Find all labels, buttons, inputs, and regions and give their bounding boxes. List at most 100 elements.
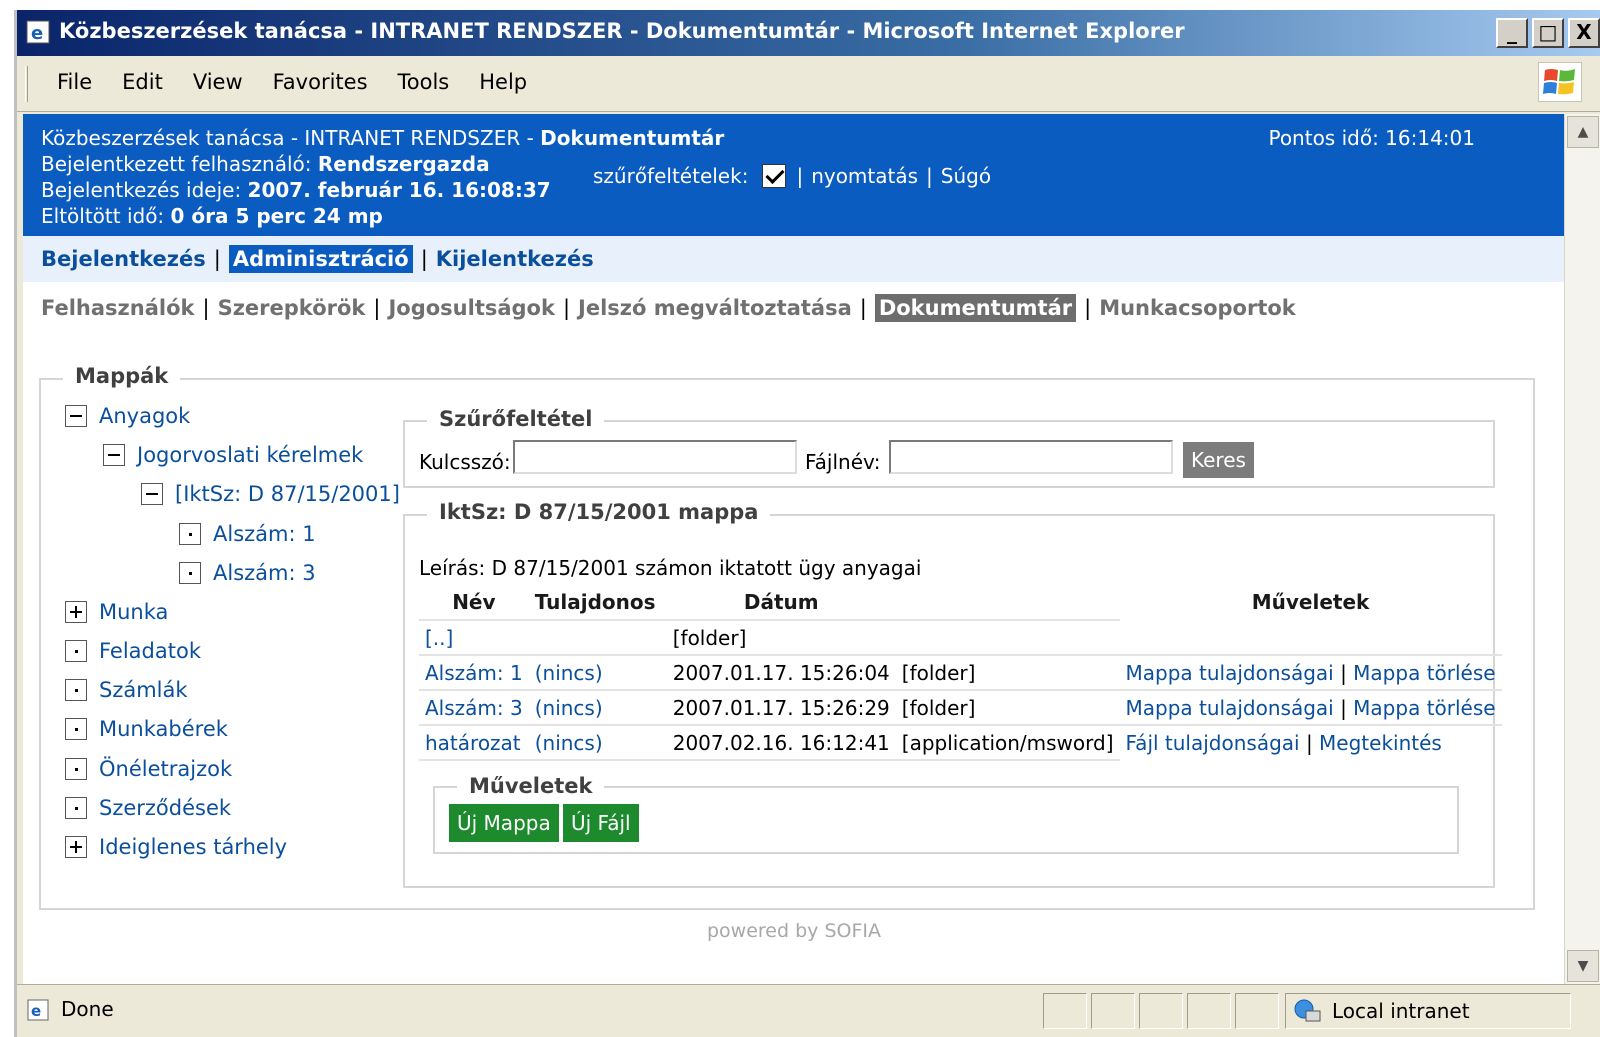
logged-user-line: Bejelentkezett felhasználó: Rendszergazd… <box>41 152 490 176</box>
tree-node-alszam-1[interactable]: Alszám: 1 <box>179 522 316 546</box>
menu-file[interactable]: File <box>57 70 92 94</box>
tree-node-oneletrajzok[interactable]: Önéletrajzok <box>65 757 232 781</box>
tree-node-munka[interactable]: Munka <box>65 600 168 624</box>
title-bar[interactable]: e Közbeszerzések tanácsa - INTRANET REND… <box>17 10 1600 56</box>
folder-delete-link[interactable]: Mappa törlése <box>1353 661 1495 685</box>
nav-logout[interactable]: Kijelentkezés <box>436 247 594 271</box>
expand-icon[interactable] <box>65 836 87 858</box>
row-date: 2007.01.17. 15:26:04 <box>666 655 896 691</box>
menu-favorites[interactable]: Favorites <box>273 70 368 94</box>
primary-nav: Bejelentkezés | Adminisztráció | Kijelen… <box>23 236 1565 282</box>
col-type <box>895 584 1120 621</box>
status-text: Done <box>61 997 114 1021</box>
row-owner-link[interactable]: (nincs) <box>535 731 603 755</box>
menu-view[interactable]: View <box>193 70 243 94</box>
browser-window: e Közbeszerzések tanácsa - INTRANET REND… <box>14 10 1600 1037</box>
new-folder-button[interactable]: Új Mappa <box>449 804 559 842</box>
row-name-link[interactable]: Alszám: 1 <box>425 661 523 685</box>
row-date: 2007.01.17. 15:26:29 <box>666 690 896 726</box>
scroll-up-icon[interactable]: ▲ <box>1567 116 1599 148</box>
zone-label: Local intranet <box>1332 999 1470 1023</box>
maximize-button[interactable]: □ <box>1532 18 1564 48</box>
tree-node-feladatok[interactable]: Feladatok <box>65 639 201 663</box>
menu-help[interactable]: Help <box>479 70 527 94</box>
keyword-label: Kulcsszó: <box>419 450 511 474</box>
windows-logo-icon <box>1538 62 1582 102</box>
row-owner-link[interactable]: (nincs) <box>535 696 603 720</box>
nav-login[interactable]: Bejelentkezés <box>41 247 206 271</box>
col-operations: Műveletek <box>1251 590 1370 614</box>
header-tools: szűrőfeltételek: | nyomtatás | Súgó <box>593 164 992 188</box>
collapse-icon[interactable] <box>141 483 163 505</box>
row-name-link[interactable]: Alszám: 3 <box>425 696 523 720</box>
svg-text:e: e <box>31 1002 41 1020</box>
vertical-scrollbar[interactable]: ▲ ▼ <box>1564 114 1600 984</box>
filter-checkbox[interactable] <box>762 164 787 188</box>
menu-tools[interactable]: Tools <box>398 70 450 94</box>
view-file-link[interactable]: Megtekintés <box>1319 731 1442 755</box>
file-properties-link[interactable]: Fájl tulajdonságai <box>1126 731 1300 755</box>
leaf-icon <box>65 718 87 740</box>
status-pane <box>1187 993 1231 1029</box>
tree-node-iktsz[interactable]: [IktSz: D 87/15/2001] <box>141 482 400 506</box>
tree-node-szamlak[interactable]: Számlák <box>65 678 188 702</box>
new-file-button[interactable]: Új Fájl <box>563 804 639 842</box>
status-pane <box>1091 993 1135 1029</box>
leaf-icon <box>65 640 87 662</box>
logged-user: Rendszergazda <box>317 152 490 176</box>
tree-node-ideiglenes[interactable]: Ideiglenes tárhely <box>65 835 287 859</box>
help-link[interactable]: Súgó <box>941 164 991 188</box>
tree-node-anyagok[interactable]: Anyagok <box>65 404 190 428</box>
close-button[interactable]: X <box>1568 18 1600 48</box>
nav-permissions[interactable]: Jogosultságok <box>388 296 554 320</box>
leaf-icon <box>65 679 87 701</box>
row-type: [folder] <box>895 690 1120 726</box>
collapse-icon[interactable] <box>103 444 125 466</box>
row-date: 2007.02.16. 16:12:41 <box>666 725 896 761</box>
tree-node-jogorvoslati[interactable]: Jogorvoslati kérelmek <box>103 443 363 467</box>
tree-node-szerzodesek[interactable]: Szerződések <box>65 796 231 820</box>
status-bar: e Done Local intranet <box>17 984 1600 1037</box>
row-owner-link[interactable]: (nincs) <box>535 661 603 685</box>
tree-node-alszam-3[interactable]: Alszám: 3 <box>179 561 316 585</box>
folder-properties-link[interactable]: Mappa tulajdonságai <box>1126 661 1334 685</box>
ie-icon: e <box>26 20 50 44</box>
elapsed-time-line: Eltöltött idő: 0 óra 5 perc 24 mp <box>41 204 383 228</box>
nav-administration[interactable]: Adminisztráció <box>228 245 413 273</box>
folder-properties-link[interactable]: Mappa tulajdonságai <box>1126 696 1334 720</box>
leaf-icon <box>65 758 87 780</box>
table-row: határozat (nincs) 2007.02.16. 16:12:41 [… <box>419 725 1502 761</box>
col-name: Név <box>419 584 529 621</box>
elapsed-time: 0 óra 5 perc 24 mp <box>170 204 383 228</box>
nav-workgroups[interactable]: Munkacsoportok <box>1099 296 1296 320</box>
tree-node-munkaberek[interactable]: Munkabérek <box>65 717 228 741</box>
nav-users[interactable]: Felhasználók <box>41 296 195 320</box>
expand-icon[interactable] <box>65 601 87 623</box>
menu-edit[interactable]: Edit <box>122 70 163 94</box>
filename-input[interactable] <box>889 440 1173 474</box>
row-type: [folder] <box>895 655 1120 691</box>
status-pane <box>1139 993 1183 1029</box>
keyword-input[interactable] <box>513 440 797 474</box>
app-header: Közbeszerzések tanácsa - INTRANET RENDSZ… <box>23 114 1565 236</box>
toolbar-grip[interactable] <box>25 66 28 102</box>
print-link[interactable]: nyomtatás <box>811 164 918 188</box>
search-button[interactable]: Keres <box>1183 442 1254 478</box>
folders-legend: Mappák <box>63 364 181 388</box>
folder-delete-link[interactable]: Mappa törlése <box>1353 696 1495 720</box>
operations-legend: Műveletek <box>457 774 605 798</box>
minimize-button[interactable]: _ <box>1496 18 1528 48</box>
row-name-link[interactable]: határozat <box>425 731 521 755</box>
nav-document-store[interactable]: Dokumentumtár <box>874 294 1077 322</box>
parent-folder-link[interactable]: [..] <box>425 626 453 650</box>
status-panes <box>1043 993 1279 1029</box>
leaf-icon <box>179 562 201 584</box>
filter-toggle-label: szűrőfeltételek: <box>593 164 749 188</box>
nav-change-password[interactable]: Jelszó megváltoztatása <box>578 296 852 320</box>
security-zone[interactable]: Local intranet <box>1285 993 1571 1029</box>
collapse-icon[interactable] <box>65 405 87 427</box>
nav-roles[interactable]: Szerepkörök <box>218 296 366 320</box>
scroll-down-icon[interactable]: ▼ <box>1567 950 1599 982</box>
secondary-nav: Felhasználók | Szerepkörök | Jogosultság… <box>41 294 1296 322</box>
folder-description: Leírás: D 87/15/2001 számon iktatott ügy… <box>419 556 922 580</box>
